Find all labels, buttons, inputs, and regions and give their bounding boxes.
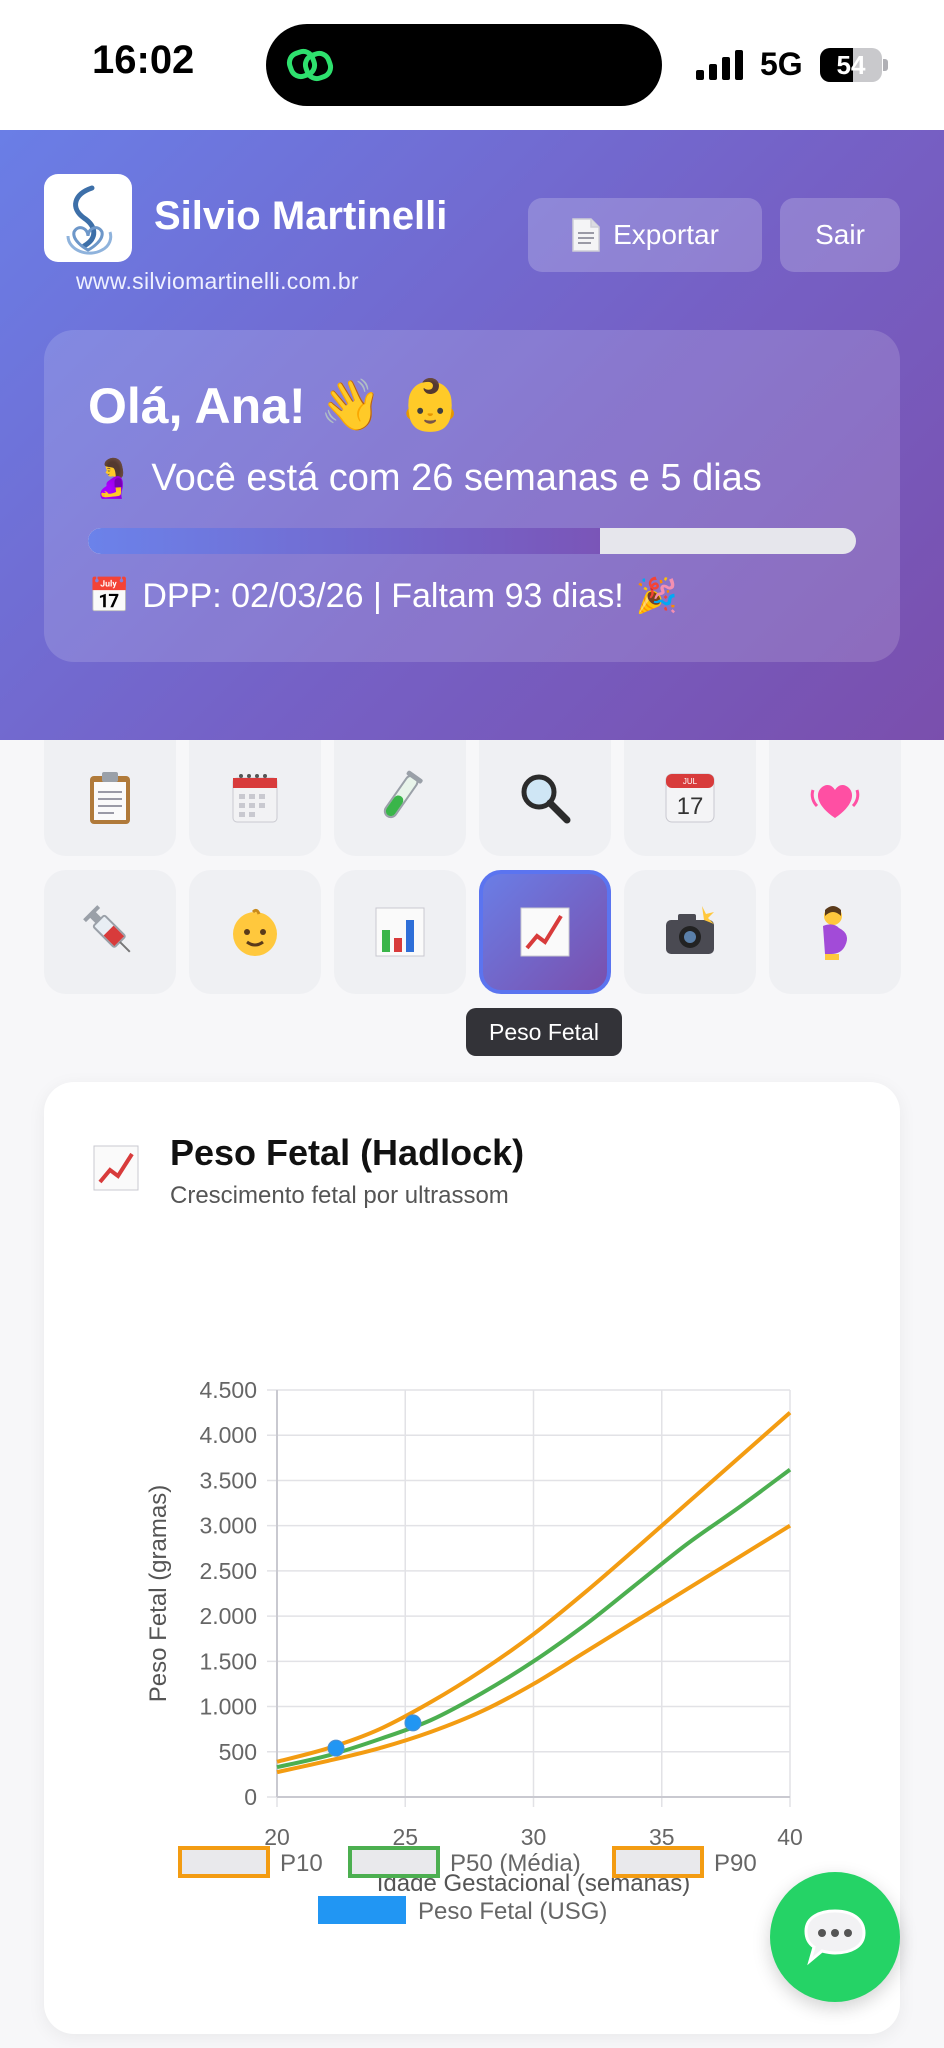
pregnancy-progress-fill: [88, 528, 601, 554]
tile-calendar-spiral[interactable]: [189, 740, 321, 856]
legend-usg-label: Peso Fetal (USG): [418, 1898, 607, 1925]
brand-name: Silvio Martinelli: [154, 194, 448, 238]
battery-percent: 54: [836, 50, 866, 80]
tile-camera[interactable]: [624, 870, 756, 994]
tile-heart[interactable]: [769, 740, 901, 856]
status-bar: 16:02 5G 54: [0, 0, 944, 130]
document-icon: [572, 218, 600, 252]
y-tick-label: 2.000: [199, 1603, 257, 1629]
tile-baby[interactable]: [189, 870, 321, 994]
wave-baby-emoji: 👋 👶: [319, 376, 462, 434]
fetal-weight-chart: 0 500 1.000 1.500 2.000 2.500 3.000 3.500 4.000 4…: [145, 1377, 803, 1925]
pregnant-icon: [823, 906, 847, 960]
legend-p50-label: P50 (Média): [450, 1850, 581, 1877]
y-tick-label: 500: [219, 1739, 257, 1765]
signal-icon: [696, 50, 743, 80]
due-date: 📅 DPP: 02/03/26 | Faltam 93 dias! 🎉: [88, 576, 678, 616]
battery-icon: 54: [820, 48, 888, 82]
tile-line-chart[interactable]: [479, 870, 611, 994]
x-tick-label: 30: [521, 1824, 547, 1850]
party-emoji: 🎉: [635, 576, 678, 616]
dynamic-island: [266, 24, 662, 106]
clipboard-icon: [90, 772, 130, 824]
app-page: 16:02 5G 54 Silvio Martinelli www.silvio…: [0, 0, 944, 2048]
header: Silvio Martinelli www.silviomartinelli.c…: [0, 130, 944, 740]
link-icon: [286, 48, 334, 82]
greeting: Olá, Ana! 👋 👶: [88, 376, 462, 435]
legend-p10-label: P10: [280, 1850, 323, 1877]
pregnant-emoji: 🤰: [88, 456, 136, 500]
y-tick-label: 4.000: [199, 1422, 257, 1448]
chat-bubble-icon: [804, 1909, 866, 1966]
y-tick-label: 4.500: [199, 1377, 257, 1403]
baby-icon: [233, 908, 277, 956]
legend-p50-swatch: [348, 1846, 440, 1878]
y-tick-label: 0: [244, 1784, 257, 1810]
line-chart-icon: [520, 907, 570, 957]
y-tick-label: 2.500: [199, 1558, 257, 1584]
legend-p10-swatch: [178, 1846, 270, 1878]
legend-usg-swatch: [318, 1896, 406, 1924]
y-tick-label: 1.000: [199, 1694, 257, 1720]
y-tick-label: 3.500: [199, 1467, 257, 1493]
tile-magnifier[interactable]: [479, 740, 611, 856]
legend-p90-label: P90: [714, 1850, 757, 1877]
y-tick-label: 3.000: [199, 1513, 257, 1539]
card-subtitle: Crescimento fetal por ultrassom: [170, 1182, 509, 1209]
calendar-emoji: 📅: [88, 576, 131, 616]
tile-syringe[interactable]: [44, 870, 176, 994]
chart-card: Peso Fetal (Hadlock) Crescimento fetal p…: [44, 1082, 900, 2034]
y-tick-label: 1.500: [199, 1648, 257, 1674]
usg-point: [327, 1739, 345, 1757]
test-tube-icon: [383, 770, 423, 819]
y-axis-label: Peso Fetal (gramas): [145, 1485, 172, 1702]
logo-mark-icon: [66, 185, 113, 255]
welcome-card: Olá, Ana! 👋 👶 🤰 Você está com 26 semanas…: [44, 330, 900, 662]
usg-point: [404, 1714, 422, 1732]
svg-text:JUL: JUL: [683, 777, 698, 786]
pregnancy-progress-bar: [88, 528, 856, 554]
chat-button[interactable]: [770, 1872, 900, 2002]
weeks-text: Você está com 26 semanas e 5 dias: [151, 457, 762, 499]
tile-pregnant[interactable]: [769, 870, 901, 994]
tile-test-tube[interactable]: [334, 740, 466, 856]
network-label: 5G: [760, 46, 803, 82]
legend-p90-swatch: [612, 1846, 704, 1878]
gestation-weeks: 🤰 Você está com 26 semanas e 5 dias: [88, 456, 762, 501]
status-time: 16:02: [92, 38, 195, 82]
tile-clipboard[interactable]: [44, 740, 176, 856]
svg-text:17: 17: [677, 793, 704, 820]
exit-button[interactable]: Sair: [780, 198, 900, 272]
syringe-icon: [83, 905, 131, 953]
tile-calendar[interactable]: JUL 17: [624, 740, 756, 856]
magnifier-icon: [521, 774, 571, 824]
calendar-spiral-icon: [232, 774, 278, 823]
dpp-text: DPP: 02/03/26 | Faltam 93 dias!: [142, 576, 624, 615]
line-chart-icon: [93, 1145, 139, 1191]
tooltip: Peso Fetal: [466, 1008, 622, 1056]
heart-icon: [810, 784, 860, 818]
x-tick-label: 40: [777, 1824, 803, 1850]
calendar-icon: JUL 17: [665, 773, 715, 823]
exit-label: Sair: [815, 219, 865, 250]
brand-logo: [44, 174, 132, 262]
export-label: Exportar: [613, 219, 719, 250]
brand-url[interactable]: www.silviomartinelli.com.br: [76, 268, 359, 295]
greeting-text: Olá, Ana!: [88, 377, 306, 434]
bar-chart-icon: [375, 907, 425, 957]
tile-bar-chart[interactable]: [334, 870, 466, 994]
card-title: Peso Fetal (Hadlock): [170, 1132, 525, 1173]
camera-flash-icon: [666, 906, 714, 954]
export-button[interactable]: Exportar: [528, 198, 762, 272]
